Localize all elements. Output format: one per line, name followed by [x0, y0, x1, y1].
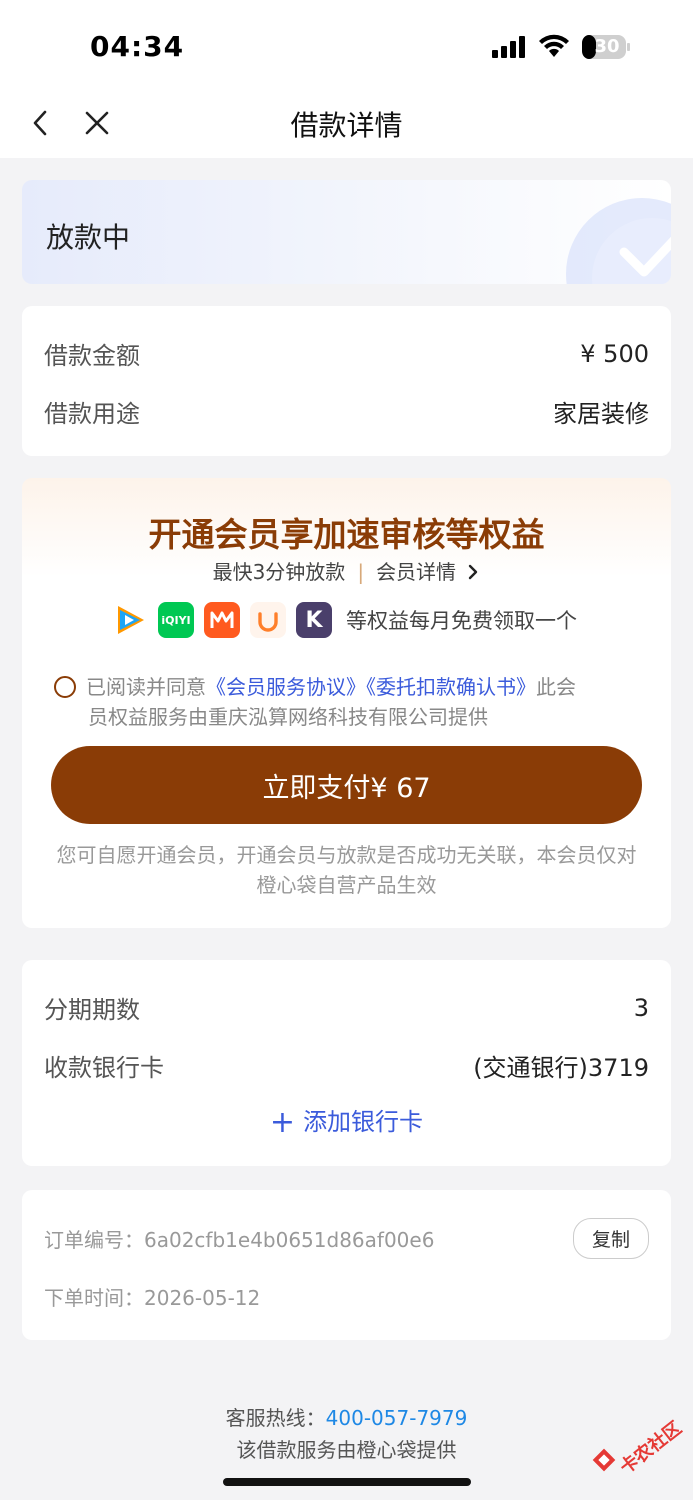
kuaikan-icon: K — [296, 602, 332, 638]
page-title: 借款详情 — [290, 109, 403, 142]
agree-prefix: 已阅读并同意 — [86, 675, 206, 699]
pay-button[interactable]: 立即支付¥ 67 — [51, 746, 642, 824]
order-time-value: 2026-05-12 — [144, 1286, 261, 1310]
benefit-text: 等权益每月免费领取一个 — [346, 609, 577, 633]
amount-row: 借款金额 ¥ 500 — [44, 336, 649, 371]
status-bar: 04:34 30 — [0, 0, 693, 90]
agree-suffix: 此会 — [536, 675, 576, 699]
home-indicator[interactable] — [223, 1478, 471, 1486]
purpose-row: 借款用途 家居装修 — [44, 394, 649, 429]
installment-card: 分期期数 3 收款银行卡 (交通银行)3719 + 添加银行卡 — [22, 960, 671, 1166]
loan-amount-card: 借款金额 ¥ 500 借款用途 家居装修 — [22, 306, 671, 456]
loan-status-card: 放款中 — [22, 180, 671, 284]
signal-icon — [492, 36, 525, 58]
member-disclaimer: 您可自愿开通会员，开通会员与放款是否成功无关联，本会员仅对橙心袋自营产品生效 — [56, 843, 637, 897]
wifi-icon — [539, 34, 569, 57]
order-number-value: 6a02cfb1e4b0651d86af00e6 — [144, 1228, 435, 1252]
bank-card-label: 收款银行卡 — [44, 1054, 164, 1082]
copy-button[interactable]: 复制 — [572, 1218, 649, 1259]
fast-loan-text: 最快3分钟放款 — [212, 560, 346, 584]
member-agreement-link[interactable]: 《会员服务协议》 — [206, 675, 366, 699]
status-time: 04:34 — [90, 30, 185, 63]
amount-value: ¥ 500 — [580, 339, 649, 368]
order-number-row: 订单编号：6a02cfb1e4b0651d86af00e6 复制 — [44, 1218, 649, 1259]
bank-card-row[interactable]: 收款银行卡 (交通银行)3719 — [44, 1048, 649, 1083]
order-number-label: 订单编号： — [44, 1228, 144, 1252]
agree-radio[interactable] — [54, 676, 76, 698]
member-title: 开通会员享加速审核等权益 — [148, 515, 545, 554]
amount-label: 借款金额 — [44, 342, 140, 370]
loan-status-text: 放款中 — [46, 221, 131, 254]
periods-row: 分期期数 3 — [44, 990, 649, 1025]
check-circle-icon — [566, 198, 671, 284]
purpose-value: 家居装修 — [553, 400, 649, 428]
member-promo-card: 开通会员享加速审核等权益 最快3分钟放款 | 会员详情 iQIYI K 等权益每月免… — [22, 478, 671, 928]
mgtv-icon — [204, 602, 240, 638]
add-bank-card-label: 添加银行卡 — [303, 1108, 424, 1136]
order-time-label: 下单时间： — [44, 1286, 144, 1310]
order-number: 订单编号：6a02cfb1e4b0651d86af00e6 — [44, 1224, 434, 1253]
didi-icon — [250, 602, 286, 638]
order-time: 下单时间：2026-05-12 — [44, 1282, 260, 1311]
nav-bar: 借款详情 — [0, 90, 693, 158]
plus-icon: + — [269, 1105, 296, 1140]
benefit-apps: iQIYI K 等权益每月免费领取一个 — [112, 602, 577, 638]
periods-value: 3 — [633, 993, 649, 1022]
purpose-label: 借款用途 — [44, 400, 140, 428]
periods-label: 分期期数 — [44, 996, 140, 1024]
agree-provider: 员权益服务由重庆泓算网络科技有限公司提供 — [88, 705, 488, 729]
member-subtitle: 最快3分钟放款 | 会员详情 — [22, 556, 671, 585]
divider: | — [357, 560, 365, 584]
debit-authorization-link[interactable]: 《委托扣款确认书》 — [366, 675, 536, 699]
iqiyi-icon: iQIYI — [158, 602, 194, 638]
add-bank-card-button[interactable]: + 添加银行卡 — [22, 1102, 671, 1140]
battery-level: 30 — [594, 36, 620, 57]
tencent-video-icon — [118, 606, 144, 634]
chevron-right-icon[interactable] — [466, 564, 480, 580]
agreement: 已阅读并同意《会员服务协议》《委托扣款确认书》此会 员权益服务由重庆泓算网络科技… — [54, 672, 644, 732]
order-info-card: 订单编号：6a02cfb1e4b0651d86af00e6 复制 下单时间：20… — [22, 1190, 671, 1340]
hotline-label: 客服热线： — [225, 1406, 326, 1430]
member-details-link[interactable]: 会员详情 — [376, 560, 456, 584]
order-time-row: 下单时间：2026-05-12 — [44, 1282, 649, 1311]
bank-card-value: (交通银行)3719 — [473, 1054, 649, 1082]
hotline-number[interactable]: 400-057-7979 — [326, 1406, 468, 1430]
